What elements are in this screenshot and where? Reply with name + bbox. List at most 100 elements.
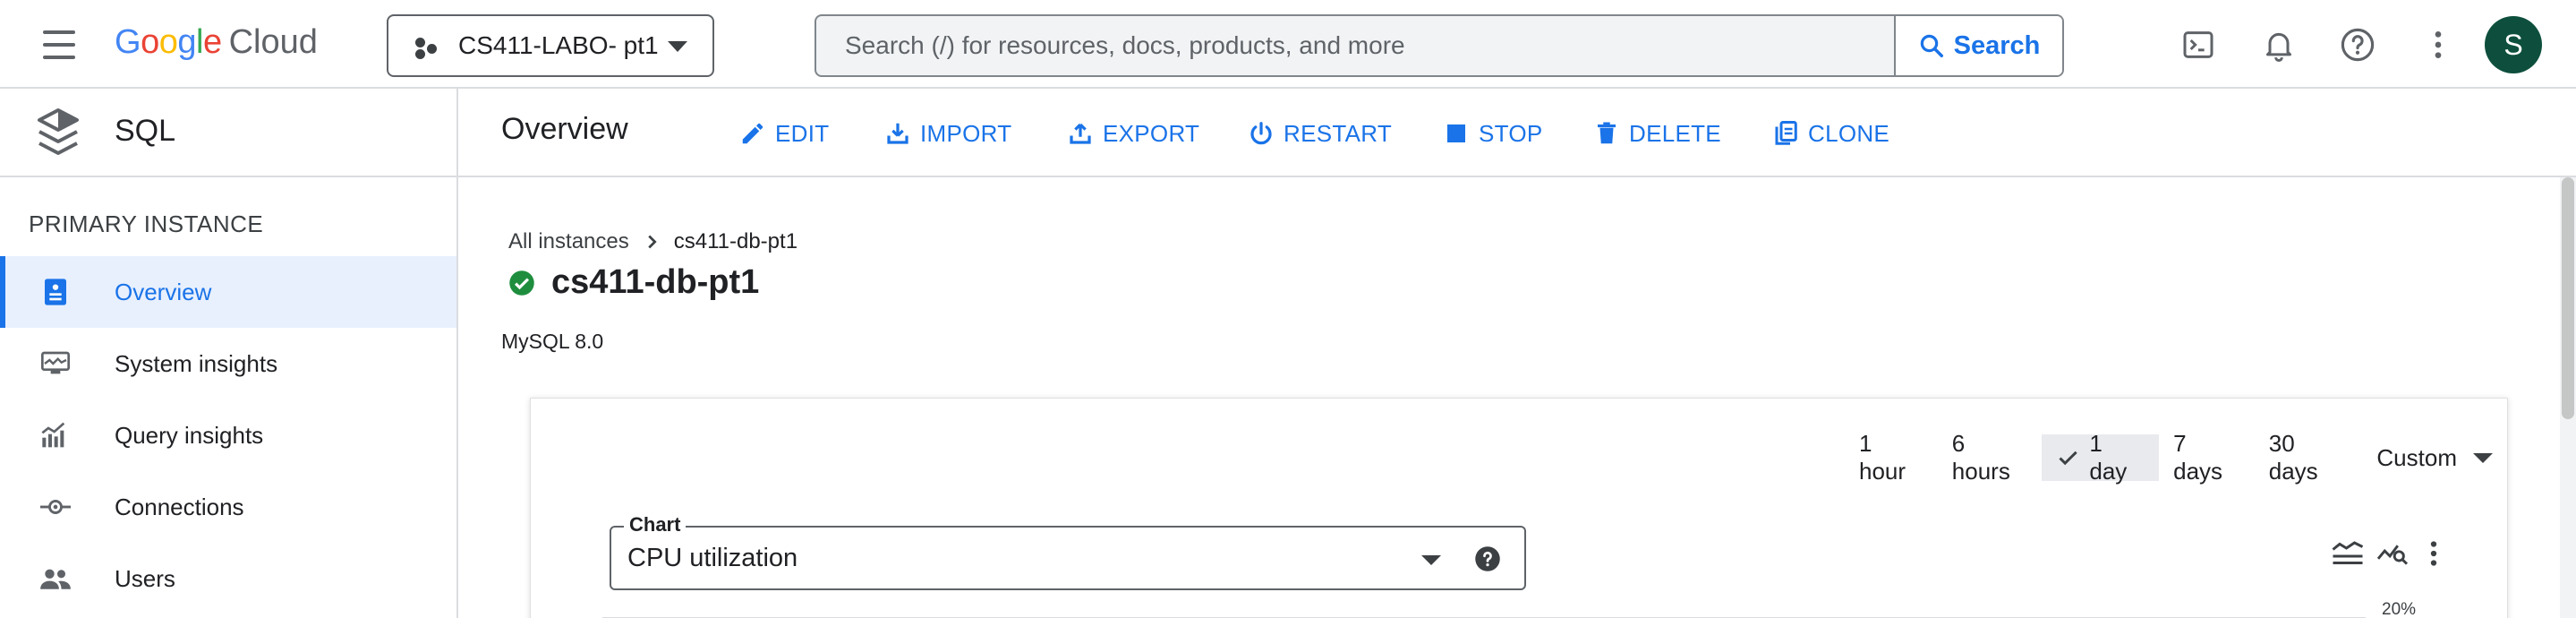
top-bar: G o o g l e Cloud CS411-LABO- pt1 Search <box>0 0 2576 89</box>
cloud-shell-icon[interactable] <box>2177 23 2220 66</box>
chevron-right-icon <box>648 235 657 249</box>
page-title: Overview <box>501 112 628 146</box>
time-range-label: 1 day <box>2089 430 2128 485</box>
stop-button-label: STOP <box>1479 119 1543 147</box>
trash-icon <box>1598 122 1616 144</box>
time-range-1-hour[interactable]: 1 hour <box>1845 430 1938 485</box>
sidebar-item-system-insights[interactable]: System insights <box>0 328 456 399</box>
search-button-label: Search <box>1953 30 2041 60</box>
export-icon <box>1070 123 1091 144</box>
account-avatar[interactable]: S <box>2485 16 2542 73</box>
google-cloud-logo[interactable]: G o o g l e Cloud <box>115 23 318 64</box>
chart-select-value: CPU utilization <box>627 544 798 572</box>
metrics-card: 1 hour 6 hours 1 day 7 days 30 days Cust… <box>530 398 2508 618</box>
logo-letter: l <box>195 23 203 61</box>
export-button[interactable]: EXPORT <box>1067 116 1199 151</box>
delete-button-label: DELETE <box>1629 119 1721 147</box>
check-icon <box>2059 451 2077 466</box>
more-vert-icon[interactable] <box>2416 536 2452 571</box>
restart-button-label: RESTART <box>1284 119 1393 147</box>
logo-letter: G <box>115 23 141 61</box>
breadcrumb-all-instances[interactable]: All instances <box>508 229 629 254</box>
time-range-7-days[interactable]: 7 days <box>2159 430 2255 485</box>
system-insights-icon <box>39 348 72 380</box>
product-name: SQL <box>115 114 176 148</box>
breadcrumb: All instances cs411-db-pt1 <box>508 229 798 254</box>
main-scrollbar[interactable] <box>2560 177 2576 618</box>
help-icon[interactable] <box>2336 23 2379 66</box>
sidebar: SQL PRIMARY INSTANCE Overview System ins… <box>0 89 458 618</box>
sidebar-item-overview[interactable]: Overview <box>0 256 456 328</box>
time-range-custom[interactable]: Custom <box>2362 434 2507 481</box>
pencil-icon <box>742 123 763 144</box>
import-icon <box>887 123 908 144</box>
connections-icon <box>39 491 72 523</box>
stop-button[interactable]: STOP <box>1443 116 1543 151</box>
sidebar-item-label: Overview <box>115 278 212 305</box>
clone-button[interactable]: CLONE <box>1772 116 1889 151</box>
sidebar-item-query-insights[interactable]: Query insights <box>0 399 456 471</box>
stop-icon <box>1447 124 1465 142</box>
project-name: CS411-LABO- pt1 <box>458 31 659 59</box>
chart-toolbar <box>2330 533 2452 574</box>
overview-icon <box>39 276 72 308</box>
breadcrumb-current: cs411-db-pt1 <box>673 229 798 253</box>
time-range-1-day[interactable]: 1 day <box>2042 430 2160 485</box>
logo-letter: o <box>158 23 178 61</box>
database-version: MySQL 8.0 <box>501 330 604 353</box>
time-range-label: 6 hours <box>1951 430 2010 485</box>
sidebar-section-title: PRIMARY INSTANCE <box>29 210 264 237</box>
time-range-label: Custom <box>2376 443 2457 471</box>
logo-letter: g <box>177 23 196 61</box>
sidebar-item-label: System insights <box>115 349 278 377</box>
notifications-icon[interactable] <box>2257 23 2300 66</box>
scrollbar-thumb[interactable] <box>2562 177 2574 419</box>
instance-name: cs411-db-pt1 <box>551 263 760 301</box>
time-range-label: 1 hour <box>1859 430 1906 485</box>
sidebar-item-users[interactable]: Users <box>0 543 456 614</box>
users-icon <box>39 562 72 595</box>
import-button-label: IMPORT <box>920 119 1012 147</box>
delete-button[interactable]: DELETE <box>1593 116 1721 151</box>
clone-button-label: CLONE <box>1808 119 1890 147</box>
project-icon <box>415 36 437 59</box>
time-range-6-hours[interactable]: 6 hours <box>1938 430 2042 485</box>
chart-explore-icon[interactable] <box>2375 536 2410 571</box>
project-picker[interactable]: CS411-LABO- pt1 <box>387 14 714 77</box>
status-ok-icon <box>509 270 534 296</box>
chart-legend-icon[interactable] <box>2330 536 2366 571</box>
search-button[interactable]: Search <box>1894 16 2062 75</box>
chart-y-tick-label: 20% <box>2382 600 2417 618</box>
edit-button[interactable]: EDIT <box>739 116 829 151</box>
sidebar-item-label: Connections <box>115 493 244 520</box>
avatar-initial: S <box>2503 28 2523 61</box>
main-content: All instances cs411-db-pt1 cs411-db-pt1 … <box>458 177 2565 618</box>
time-range-30-days[interactable]: 30 days <box>2255 430 2363 485</box>
query-insights-icon <box>39 419 72 451</box>
time-range-label: 7 days <box>2173 430 2223 485</box>
logo-letter: o <box>141 23 159 61</box>
sidebar-item-connections[interactable]: Connections <box>0 471 456 543</box>
chart-metric-select[interactable]: Chart CPU utilization <box>610 513 1526 590</box>
more-vert-icon[interactable] <box>2417 23 2460 66</box>
power-icon <box>1250 122 1272 145</box>
search-input[interactable] <box>816 16 1894 75</box>
sidebar-item-label: Users <box>115 564 175 592</box>
edit-button-label: EDIT <box>775 119 830 147</box>
clone-icon <box>1775 121 1797 145</box>
export-button-label: EXPORT <box>1103 119 1200 147</box>
time-range-label: 30 days <box>2268 430 2318 485</box>
main-menu-icon[interactable] <box>38 27 82 63</box>
import-button[interactable]: IMPORT <box>884 116 1011 151</box>
logo-letter: e <box>202 23 222 61</box>
restart-button[interactable]: RESTART <box>1248 116 1392 151</box>
instance-title: cs411-db-pt1 <box>508 263 759 302</box>
chevron-down-icon <box>2472 452 2493 463</box>
help-icon[interactable] <box>1474 545 1501 572</box>
logo-cloud-text: Cloud <box>228 23 318 61</box>
chevron-down-icon <box>668 41 687 52</box>
search-icon <box>1920 34 1943 57</box>
chevron-down-icon <box>1421 555 1441 565</box>
product-header: SQL <box>0 89 456 177</box>
sidebar-item-label: Query insights <box>115 421 264 449</box>
